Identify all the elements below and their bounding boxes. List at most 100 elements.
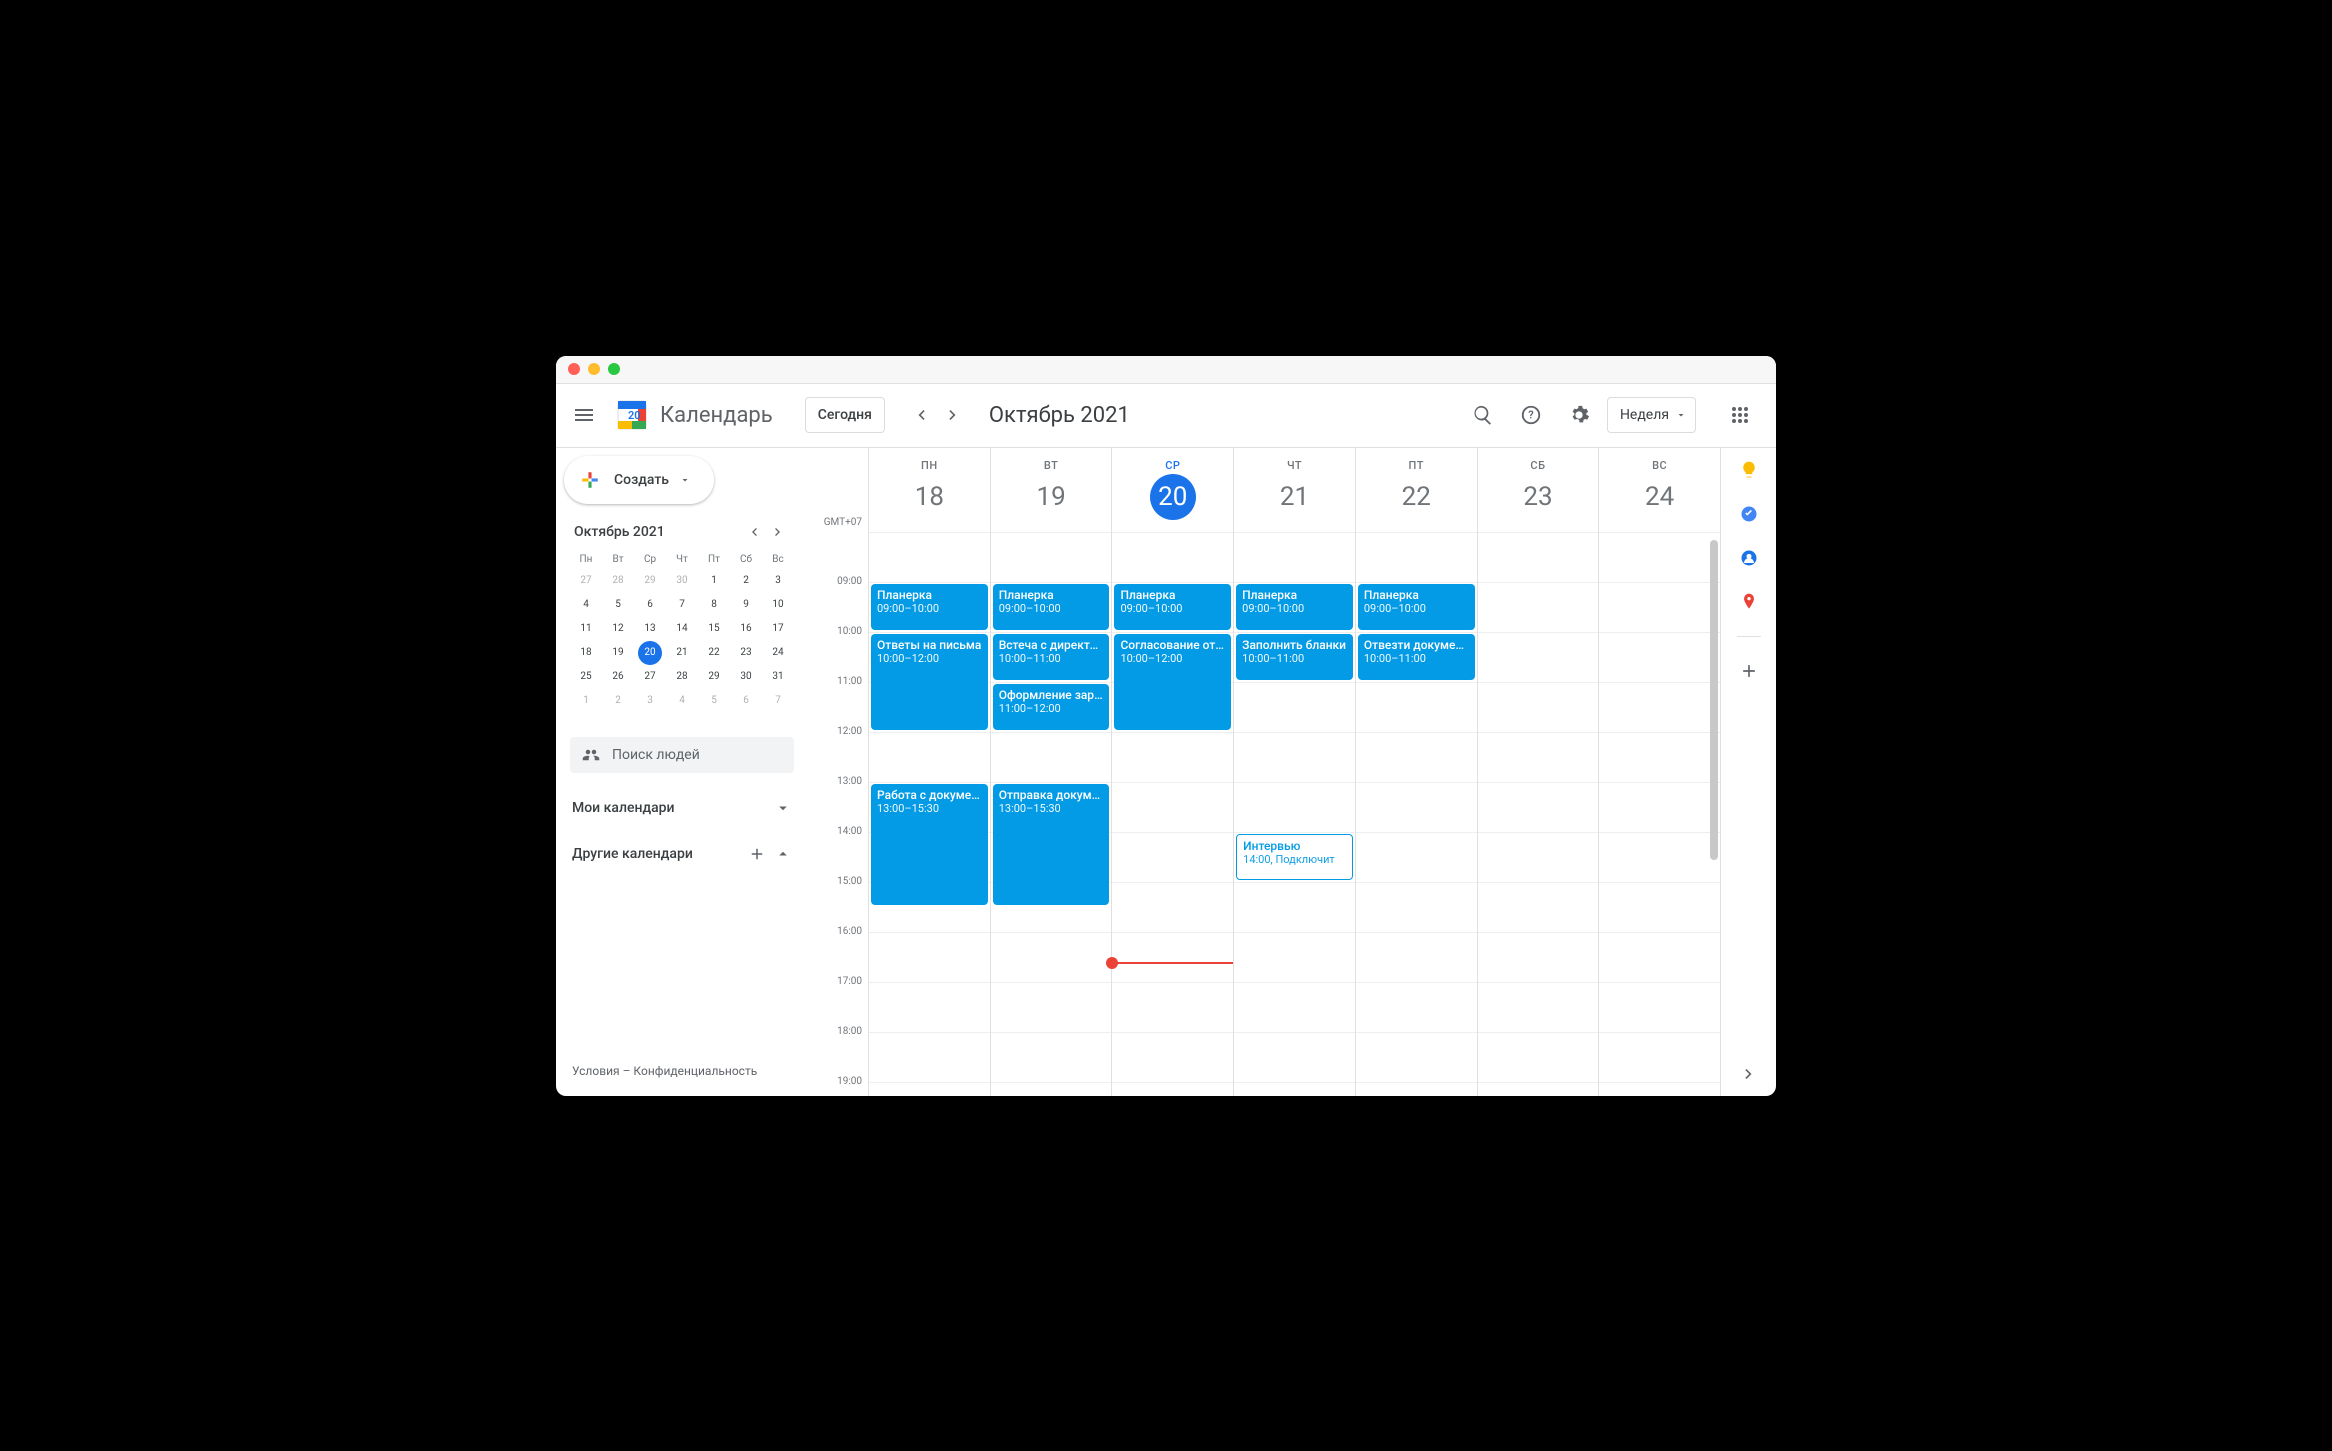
other-calendars-toggle[interactable]: Другие календари (564, 835, 800, 873)
day-header[interactable]: СР20 (1111, 448, 1233, 532)
maps-app-icon[interactable] (1739, 592, 1759, 612)
topbar: 20 Календарь Сегодня Октябрь 2021 ? Неде… (556, 384, 1776, 448)
day-column[interactable] (1477, 532, 1599, 1096)
calendar-event[interactable]: Работа с документами13:00–15:30 (871, 784, 988, 905)
search-people-input[interactable]: Поиск людей (570, 737, 794, 773)
keep-app-icon[interactable] (1739, 460, 1759, 480)
mini-day-cell[interactable]: 3 (634, 689, 666, 713)
mini-day-cell[interactable]: 17 (762, 617, 794, 641)
mini-day-cell[interactable]: 1 (698, 569, 730, 593)
mini-day-cell[interactable]: 27 (570, 569, 602, 593)
close-window-button[interactable] (568, 363, 580, 375)
mini-day-cell[interactable]: 7 (762, 689, 794, 713)
mini-day-cell[interactable]: 21 (666, 641, 698, 665)
day-header[interactable]: СБ23 (1477, 448, 1599, 532)
mini-day-cell[interactable]: 9 (730, 593, 762, 617)
mini-next-month-button[interactable] (766, 520, 790, 544)
calendar-event[interactable]: Планерка09:00–10:00 (1236, 584, 1353, 630)
mini-day-cell[interactable]: 31 (762, 665, 794, 689)
mini-day-cell[interactable]: 4 (570, 593, 602, 617)
calendar-event[interactable]: Интервью14:00, Подключит (1236, 834, 1353, 880)
mini-day-cell[interactable]: 15 (698, 617, 730, 641)
mini-calendar-grid[interactable]: ПнВтСрЧтПтСбВс27282930123456789101112131… (570, 550, 794, 713)
day-column[interactable]: Планерка09:00–10:00Заполнить бланки10:00… (1233, 532, 1355, 1096)
plus-icon[interactable] (748, 845, 766, 863)
calendar-event[interactable]: Планерка09:00–10:00 (1358, 584, 1475, 630)
mini-day-cell[interactable]: 6 (634, 593, 666, 617)
mini-day-cell[interactable]: 7 (666, 593, 698, 617)
calendar-event[interactable]: Планерка09:00–10:00 (871, 584, 988, 630)
my-calendars-toggle[interactable]: Мои календари (564, 789, 800, 827)
mini-day-cell[interactable]: 25 (570, 665, 602, 689)
search-button[interactable] (1463, 395, 1503, 435)
calendar-event[interactable]: Оформление зарплат11:00–12:00 (993, 684, 1110, 730)
contacts-app-icon[interactable] (1739, 548, 1759, 568)
help-button[interactable]: ? (1511, 395, 1551, 435)
right-rail-collapse-button[interactable] (1739, 1064, 1759, 1084)
view-switcher[interactable]: Неделя (1607, 397, 1696, 433)
mini-day-cell[interactable]: 5 (698, 689, 730, 713)
prev-week-button[interactable] (905, 399, 937, 431)
mini-day-cell[interactable]: 28 (666, 665, 698, 689)
calendar-event[interactable]: Заполнить бланки10:00–11:00 (1236, 634, 1353, 680)
day-column[interactable]: Планерка09:00–10:00Встеча с директором10… (990, 532, 1112, 1096)
calendar-event[interactable]: Отвезти документы10:00–11:00 (1358, 634, 1475, 680)
mini-day-cell[interactable]: 23 (730, 641, 762, 665)
footer-links[interactable]: Условия – Конфиденциальность (564, 1054, 800, 1088)
day-column[interactable]: Планерка09:00–10:00Согласование отпусков… (1111, 532, 1233, 1096)
mini-day-cell[interactable]: 22 (698, 641, 730, 665)
maximize-window-button[interactable] (608, 363, 620, 375)
scrollbar[interactable] (1710, 540, 1718, 860)
mini-day-cell[interactable]: 16 (730, 617, 762, 641)
next-week-button[interactable] (937, 399, 969, 431)
mini-day-cell[interactable]: 13 (634, 617, 666, 641)
mini-day-cell[interactable]: 6 (730, 689, 762, 713)
day-column[interactable]: Планерка09:00–10:00Отвезти документы10:0… (1355, 532, 1477, 1096)
mini-day-cell[interactable]: 30 (666, 569, 698, 593)
calendar-event[interactable]: Планерка09:00–10:00 (1114, 584, 1231, 630)
calendar-event[interactable]: Встеча с директором10:00–11:00 (993, 634, 1110, 680)
mini-day-cell[interactable]: 19 (602, 641, 634, 665)
grid-scroll[interactable]: 09:0010:0011:0012:0013:0014:0015:0016:00… (812, 532, 1720, 1096)
mini-day-cell[interactable]: 8 (698, 593, 730, 617)
day-header[interactable]: ЧТ21 (1233, 448, 1355, 532)
mini-day-cell[interactable]: 5 (602, 593, 634, 617)
calendar-event[interactable]: Планерка09:00–10:00 (993, 584, 1110, 630)
google-apps-button[interactable] (1720, 395, 1760, 435)
mini-day-cell[interactable]: 12 (602, 617, 634, 641)
mini-day-cell[interactable]: 30 (730, 665, 762, 689)
create-button[interactable]: Создать (564, 456, 714, 504)
mini-day-cell[interactable]: 26 (602, 665, 634, 689)
day-header[interactable]: ВТ19 (990, 448, 1112, 532)
mini-day-cell[interactable]: 14 (666, 617, 698, 641)
calendar-event[interactable]: Ответы на письма10:00–12:00 (871, 634, 988, 730)
main-menu-button[interactable] (564, 395, 604, 435)
mini-day-cell[interactable]: 10 (762, 593, 794, 617)
mini-day-cell[interactable]: 11 (570, 617, 602, 641)
mini-day-cell[interactable]: 2 (730, 569, 762, 593)
mini-prev-month-button[interactable] (742, 520, 766, 544)
mini-day-cell[interactable]: 20 (634, 641, 666, 665)
mini-day-cell[interactable]: 3 (762, 569, 794, 593)
today-button[interactable]: Сегодня (805, 397, 885, 433)
mini-day-cell[interactable]: 29 (698, 665, 730, 689)
mini-day-cell[interactable]: 2 (602, 689, 634, 713)
tasks-app-icon[interactable] (1739, 504, 1759, 524)
day-header[interactable]: ПТ22 (1355, 448, 1477, 532)
calendar-event[interactable]: Отправка документов в налоговую13:00–15:… (993, 784, 1110, 905)
mini-day-cell[interactable]: 28 (602, 569, 634, 593)
mini-day-cell[interactable]: 4 (666, 689, 698, 713)
day-column[interactable]: Планерка09:00–10:00Ответы на письма10:00… (868, 532, 990, 1096)
mini-day-cell[interactable]: 1 (570, 689, 602, 713)
minimize-window-button[interactable] (588, 363, 600, 375)
mini-day-cell[interactable]: 24 (762, 641, 794, 665)
day-column[interactable] (1598, 532, 1720, 1096)
mini-day-cell[interactable]: 29 (634, 569, 666, 593)
day-header[interactable]: ВС24 (1598, 448, 1720, 532)
calendar-event[interactable]: Согласование отпусков10:00–12:00 (1114, 634, 1231, 730)
day-header[interactable]: ПН18 (868, 448, 990, 532)
mini-day-cell[interactable]: 27 (634, 665, 666, 689)
add-addon-button[interactable] (1739, 661, 1759, 681)
mini-day-cell[interactable]: 18 (570, 641, 602, 665)
settings-button[interactable] (1559, 395, 1599, 435)
